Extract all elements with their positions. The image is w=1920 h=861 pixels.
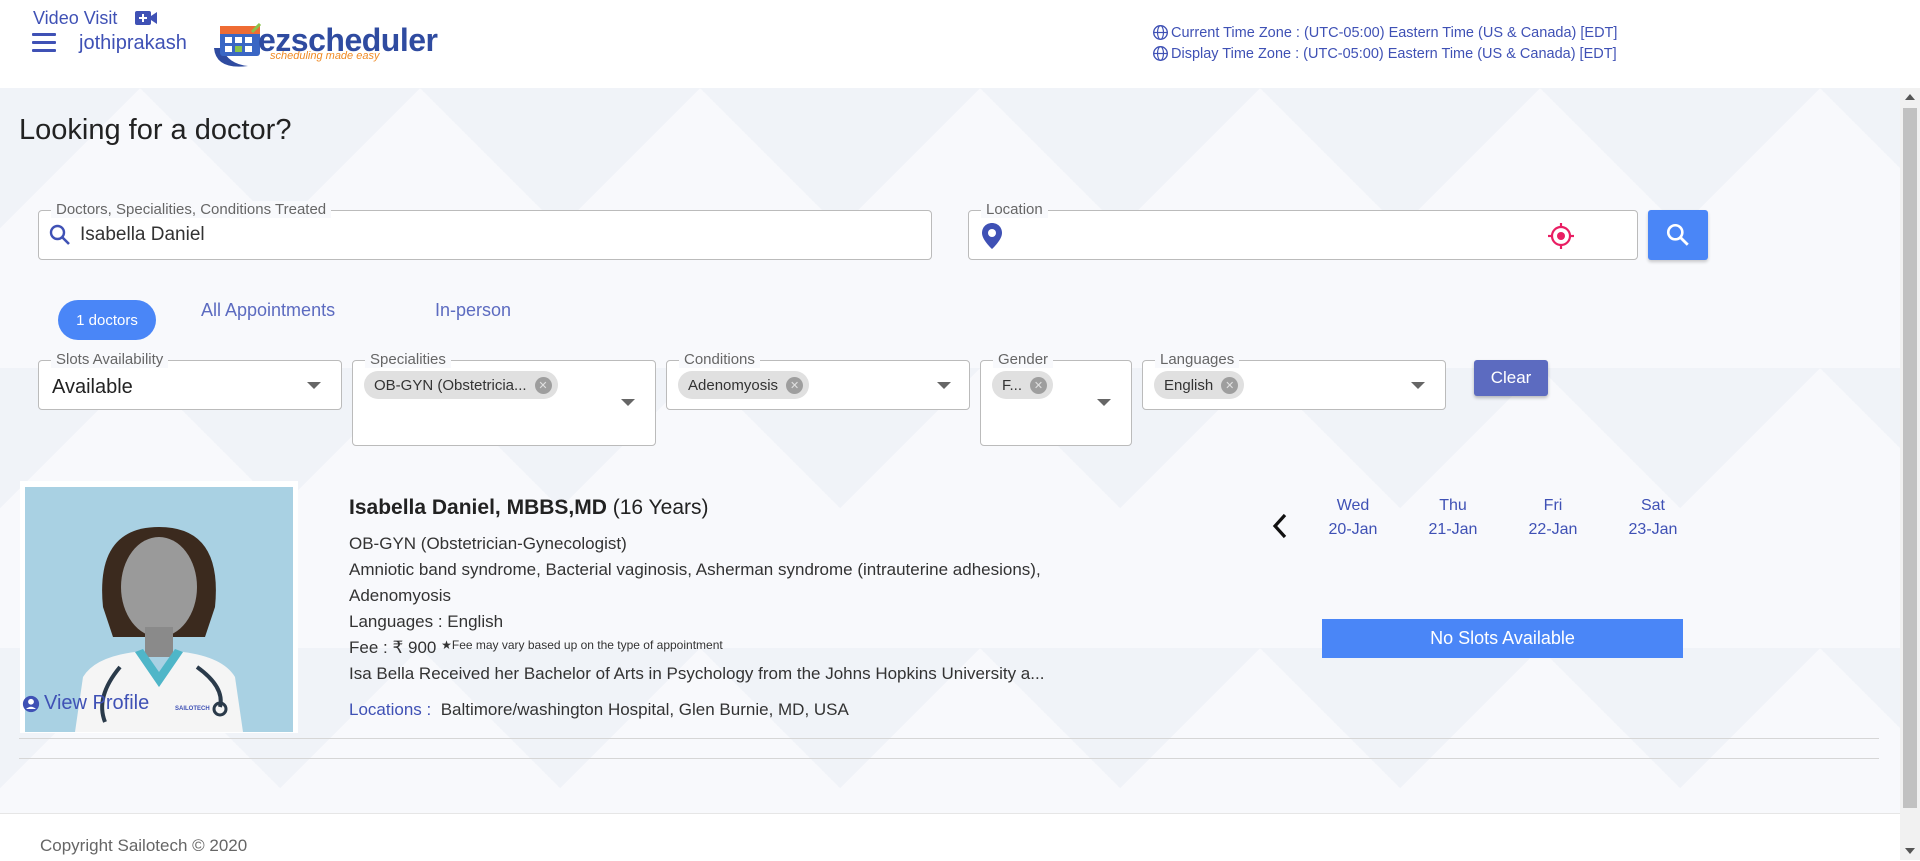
day-date: 21-Jan [1428, 521, 1478, 538]
chevron-down-icon[interactable] [621, 399, 635, 406]
list-divider [19, 758, 1879, 759]
current-timezone-text: Current Time Zone : (UTC-05:00) Eastern … [1171, 24, 1618, 41]
clear-filters-button[interactable]: Clear [1474, 360, 1548, 396]
page-title: Looking for a doctor? [19, 114, 292, 146]
conditions-select[interactable]: Conditions Adenomyosis ✕ [666, 351, 970, 410]
fee-note: ★Fee may vary based up on the type of ap… [441, 638, 723, 652]
page-footer: Copyright Sailotech © 2020 [0, 813, 1900, 861]
languages-label: Languages [1155, 351, 1240, 368]
chevron-down-icon[interactable] [307, 382, 321, 389]
tab-all-appointments[interactable]: All Appointments [201, 300, 335, 321]
my-location-icon[interactable] [1547, 222, 1575, 250]
user-circle-icon [22, 695, 40, 712]
doctor-fee: Fee : ₹ 900 ★Fee may vary based up on th… [349, 638, 723, 658]
gender-label: Gender [993, 351, 1054, 368]
condition-chip-label: Adenomyosis [688, 376, 779, 394]
scroll-up-arrow-icon[interactable] [1905, 94, 1915, 100]
gender-select[interactable]: Gender F... ✕ [980, 351, 1132, 446]
card-divider [19, 738, 1879, 739]
search-button[interactable] [1648, 210, 1708, 260]
day-date: 20-Jan [1328, 521, 1378, 538]
search-icon [49, 224, 70, 245]
doctor-count-badge: 1 doctors [58, 300, 156, 340]
locations-value: Baltimore/washington Hospital, Glen Burn… [440, 700, 849, 719]
location-label: Location [981, 201, 1048, 218]
search-icon [1666, 223, 1689, 246]
doctor-languages: Languages : English [349, 612, 504, 631]
day-of-week: Wed [1336, 497, 1370, 514]
doctor-experience: (16 Years) [612, 496, 709, 519]
view-profile-link[interactable]: View Profile [22, 692, 149, 715]
slots-availability-value: Available [52, 376, 133, 398]
slots-availability-select[interactable]: Slots Availability Available [38, 351, 342, 410]
chevron-down-icon[interactable] [937, 382, 951, 389]
slots-availability-label: Slots Availability [51, 351, 169, 368]
calendar-day-wed[interactable]: Wed 20-Jan [1313, 494, 1393, 542]
specialities-select[interactable]: Specialities OB-GYN (Obstetricia... ✕ [352, 351, 656, 446]
doctor-specialty: OB-GYN (Obstetrician-Gynecologist) [349, 534, 627, 553]
specialities-label: Specialities [365, 351, 451, 368]
day-of-week: Fri [1543, 497, 1563, 514]
display-timezone-text: Display Time Zone : (UTC-05:00) Eastern … [1171, 45, 1617, 62]
copyright-text: Copyright Sailotech © 2020 [40, 836, 248, 855]
menu-icon[interactable] [32, 33, 56, 53]
logo-tagline: scheduling made easy [270, 50, 380, 62]
gender-chip-label: F... [1002, 376, 1023, 394]
doctor-conditions-continued: Adenomyosis [349, 586, 452, 605]
current-timezone: Current Time Zone : (UTC-05:00) Eastern … [1152, 24, 1617, 41]
display-timezone[interactable]: Display Time Zone : (UTC-05:00) Eastern … [1152, 45, 1617, 62]
calendar-day-sat[interactable]: Sat 23-Jan [1613, 494, 1693, 542]
video-camera-icon [135, 11, 157, 25]
doctor-locations: Locations : Baltimore/washington Hospita… [349, 700, 849, 720]
chevron-down-icon[interactable] [1411, 382, 1425, 389]
day-of-week: Sat [1640, 497, 1665, 514]
day-date: 22-Jan [1528, 521, 1578, 538]
calendar-day-thu[interactable]: Thu 21-Jan [1413, 494, 1493, 542]
speciality-chip-label: OB-GYN (Obstetricia... [374, 376, 527, 394]
view-profile-label: View Profile [44, 692, 150, 714]
doctor-search-label: Doctors, Specialities, Conditions Treate… [51, 201, 332, 218]
day-date: 23-Jan [1628, 521, 1678, 538]
doctor-conditions: Amniotic band syndrome, Bacterial vagino… [349, 560, 1041, 579]
tab-in-person[interactable]: In-person [435, 300, 511, 321]
calendar-day-fri[interactable]: Fri 22-Jan [1513, 494, 1593, 542]
location-pin-icon [982, 223, 1002, 249]
condition-chip[interactable]: Adenomyosis ✕ [678, 371, 810, 399]
username: jothiprakash [79, 32, 187, 54]
doctor-fee-value: Fee : ₹ 900 [349, 638, 437, 657]
vertical-scrollbar[interactable] [1900, 88, 1920, 860]
globe-icon [1153, 25, 1168, 40]
languages-select[interactable]: Languages English ✕ [1142, 351, 1446, 410]
gender-chip[interactable]: F... ✕ [992, 371, 1054, 399]
chip-remove-icon[interactable]: ✕ [1030, 376, 1048, 394]
scroll-down-arrow-icon[interactable] [1905, 848, 1915, 854]
doctor-search-input[interactable]: Isabella Daniel [80, 224, 205, 246]
tab-video-visit-label: Video Visit [33, 8, 118, 28]
conditions-label: Conditions [679, 351, 760, 368]
doctor-name-text: Isabella Daniel, MBBS,MD [349, 496, 607, 519]
locations-label: Locations : [349, 700, 432, 719]
speciality-chip[interactable]: OB-GYN (Obstetricia... ✕ [364, 371, 558, 399]
day-of-week: Thu [1439, 497, 1467, 514]
language-chip-label: English [1164, 376, 1214, 394]
photo-watermark: SAILOTECH [175, 706, 210, 712]
no-slots-banner: No Slots Available [1322, 619, 1683, 658]
doctor-bio: Isa Bella Received her Bachelor of Arts … [349, 664, 1045, 683]
doctor-name[interactable]: Isabella Daniel, MBBS,MD (16 Years) [349, 496, 708, 520]
language-chip[interactable]: English ✕ [1154, 371, 1245, 399]
app-header: jothiprakash ezscheduler scheduling made… [0, 0, 1920, 88]
chevron-down-icon[interactable] [1097, 399, 1111, 406]
chevron-left-icon[interactable] [1270, 512, 1290, 540]
ezscheduler-logo[interactable]: ezscheduler scheduling made easy [208, 18, 438, 70]
scroll-thumb[interactable] [1903, 108, 1917, 808]
doctor-search-field[interactable]: Doctors, Specialities, Conditions Treate… [38, 201, 932, 260]
chip-remove-icon[interactable]: ✕ [786, 376, 804, 394]
globe-icon [1153, 46, 1168, 61]
chip-remove-icon[interactable]: ✕ [534, 376, 552, 394]
location-field[interactable]: Location [968, 201, 1638, 260]
chip-remove-icon[interactable]: ✕ [1221, 376, 1239, 394]
